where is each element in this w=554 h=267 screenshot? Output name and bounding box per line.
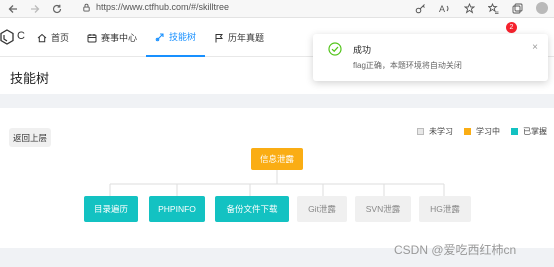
- profile-avatar[interactable]: [536, 2, 548, 14]
- notification-badge[interactable]: 2: [506, 22, 517, 33]
- lock-icon: [83, 3, 90, 12]
- collections-icon[interactable]: [512, 3, 523, 14]
- browser-actions: A: [415, 0, 548, 16]
- favorites-add-icon[interactable]: [464, 2, 475, 14]
- event-icon: [87, 33, 97, 42]
- address-bar[interactable]: https://www.ctfhub.com/#/skilltree: [82, 0, 229, 14]
- skill-node-dir-traversal[interactable]: 目录遍历: [84, 196, 138, 222]
- favorites-icon[interactable]: [488, 2, 499, 14]
- skill-tree-icon: [155, 32, 164, 41]
- forward-icon[interactable]: [26, 2, 44, 16]
- main-menu: 首页 赛事中心 技能树 历年真题: [28, 18, 273, 57]
- menu-item-home[interactable]: 首页: [28, 18, 78, 57]
- skill-node-hg-leak[interactable]: HG泄露: [419, 196, 471, 222]
- home-icon: [37, 33, 47, 42]
- read-aloud-icon[interactable]: A: [439, 3, 451, 14]
- skill-node-svn-leak[interactable]: SVN泄露: [355, 196, 411, 222]
- key-icon[interactable]: [415, 3, 426, 14]
- ctfhub-logo-icon[interactable]: [0, 29, 14, 45]
- svg-text:A: A: [439, 4, 445, 14]
- close-icon[interactable]: ×: [532, 42, 538, 53]
- tree-connectors: [109, 170, 445, 196]
- logo-text: C: [17, 30, 25, 42]
- browser-toolbar: https://www.ctfhub.com/#/skilltree A: [0, 0, 554, 18]
- page-title: 技能树: [10, 71, 50, 86]
- menu-item-label: 历年真题: [228, 33, 265, 43]
- skill-tree-panel: 返回上层 未学习 学习中 已掌握 信息泄露 目录遍历 PHPINFO 备份文件下…: [0, 108, 554, 248]
- menu-item-events[interactable]: 赛事中心: [78, 18, 146, 57]
- success-check-icon: [328, 42, 342, 56]
- refresh-icon[interactable]: [48, 2, 66, 16]
- back-icon[interactable]: [4, 2, 22, 16]
- menu-item-label: 技能树: [169, 32, 197, 42]
- notification-message: flag正确，本题环境将自动关闭: [353, 61, 462, 70]
- menu-item-skilltree[interactable]: 技能树: [146, 18, 206, 57]
- menu-item-label: 赛事中心: [101, 33, 138, 43]
- skill-node-info-leak[interactable]: 信息泄露: [251, 148, 303, 170]
- skill-node-backup-download[interactable]: 备份文件下载: [215, 196, 289, 222]
- skill-node-phpinfo[interactable]: PHPINFO: [149, 196, 205, 222]
- watermark: CSDN @爱吃西红柿cn: [394, 243, 517, 257]
- url-text: https://www.ctfhub.com/#/skilltree: [96, 2, 230, 12]
- flag-icon: [215, 33, 224, 42]
- skill-node-git-leak[interactable]: Git泄露: [297, 196, 347, 222]
- menu-item-label: 首页: [51, 33, 70, 43]
- menu-item-past-papers[interactable]: 历年真题: [205, 18, 273, 57]
- notification-title: 成功: [353, 45, 372, 55]
- success-notification: 成功 flag正确，本题环境将自动关闭 ×: [313, 34, 548, 81]
